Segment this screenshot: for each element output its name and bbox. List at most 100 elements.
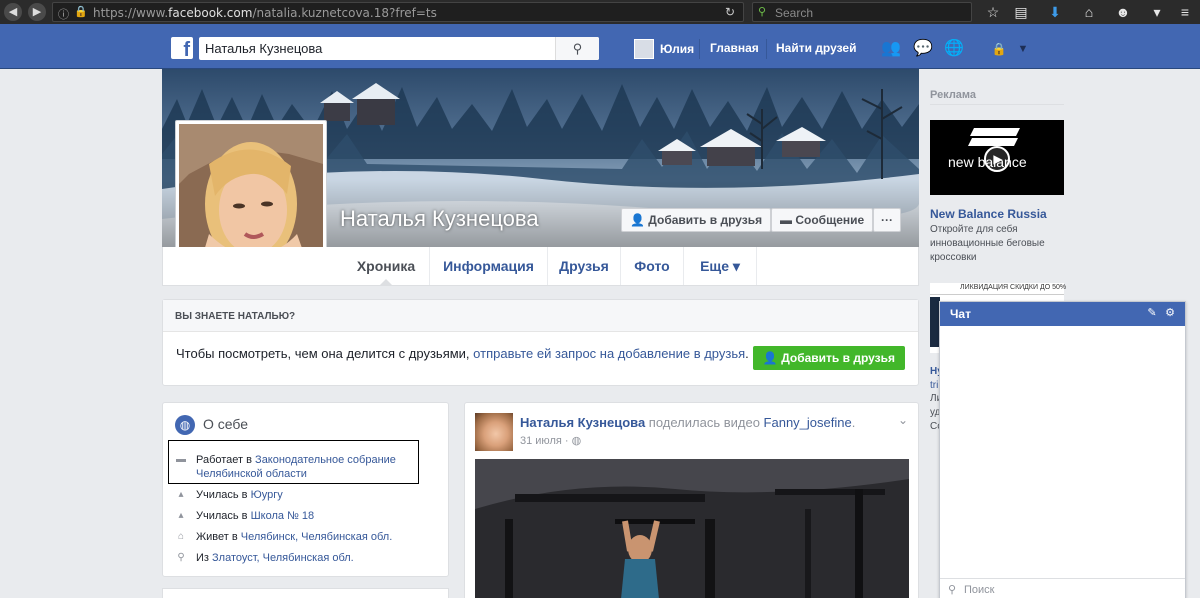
search-engine-icon: ⚲	[758, 6, 767, 18]
ad-title-link[interactable]: New Balance Russia	[930, 207, 1047, 221]
ad2-banner: ЛИКВИДАЦИЯ СКИДКИ ДО 50%	[930, 283, 1067, 295]
pocket-icon[interactable]: ▾	[1148, 3, 1166, 21]
emoji-icon[interactable]: ☻	[1114, 3, 1132, 21]
video-frame-gym	[475, 459, 909, 598]
post-date-link[interactable]: 31 июля	[520, 435, 562, 447]
new-message-icon[interactable]: ✎	[1145, 306, 1159, 320]
message-button[interactable]: ▬ Сообщение	[771, 208, 874, 232]
post-options-chevron-icon[interactable]: ⌄	[898, 413, 908, 427]
add-friend-green-button[interactable]: 👤 Добавить в друзья	[752, 346, 905, 370]
header-divider	[699, 39, 700, 59]
play-icon[interactable]: ▶	[984, 146, 1010, 172]
facebook-logo-icon[interactable]: f	[171, 37, 193, 59]
about-prefix: Живет в	[196, 531, 241, 543]
browser-search-bar[interactable]: ⚲ Search	[752, 2, 972, 22]
add-friend-button[interactable]: 👤 Добавить в друзья	[621, 208, 772, 232]
post-meta: 31 июля · ◍	[520, 434, 581, 447]
notifications-icon[interactable]: 🌐	[943, 39, 965, 59]
chat-search[interactable]: ⚲ Поиск	[940, 578, 1185, 598]
more-options-button[interactable]: ···	[873, 208, 901, 232]
current-city-link[interactable]: Челябинск, Челябинская обл.	[241, 531, 392, 543]
url-bar[interactable]: ⓘ 🔒 https://www.facebook.com/natalia.kuz…	[52, 2, 744, 22]
chat-header[interactable]: Чат ✎ ⚙	[940, 302, 1185, 326]
fb-search[interactable]: ⚲	[199, 37, 599, 60]
ad2-banner-text: ЛИКВИДАЦИЯ СКИДКИ ДО 50%	[960, 284, 1067, 291]
know-her-heading: ВЫ ЗНАЕТЕ НАТАЛЬЮ?	[175, 311, 296, 322]
chat-search-placeholder: Поиск	[964, 584, 995, 596]
ads-divider	[930, 104, 1064, 105]
about-prefix: Училась в	[196, 489, 251, 501]
post-author-link[interactable]: Наталья Кузнецова	[520, 415, 645, 430]
reading-list-icon[interactable]: ▤	[1012, 3, 1030, 21]
about-prefix: Училась в	[196, 510, 251, 522]
tab-friends[interactable]: Друзья	[548, 247, 621, 285]
post-period: .	[851, 415, 856, 430]
send-request-link[interactable]: отправьте ей запрос на добавление в друз…	[473, 346, 745, 361]
back-icon[interactable]: ◀	[4, 3, 22, 21]
privacy-shortcuts-icon[interactable]: 🔒	[988, 39, 1010, 59]
tab-more[interactable]: Еще ▾	[684, 247, 757, 285]
search-button[interactable]: ⚲	[555, 37, 599, 60]
message-label: Сообщение	[795, 213, 865, 227]
about-row-university: ▴ Училась в Юургу	[175, 488, 445, 502]
ad-description: Откройте для себя инновационные беговые …	[930, 224, 1045, 263]
about-row-lives: ⌂ Живет в Челябинск, Челябинская обл.	[175, 530, 445, 544]
graduation-cap-icon: ▴	[178, 489, 184, 500]
home-link[interactable]: Главная	[710, 41, 759, 55]
more-options-label: ···	[881, 213, 893, 227]
tab-photos[interactable]: Фото	[621, 247, 684, 285]
info-icon[interactable]: ⓘ	[58, 6, 69, 22]
tab-label: Фото	[634, 258, 670, 274]
hometown-link[interactable]: Златоуст, Челябинская обл.	[212, 552, 354, 564]
browser-toolbar: ◀ ▶ ⓘ 🔒 https://www.facebook.com/natalia…	[0, 0, 1200, 24]
tab-about[interactable]: Информация	[430, 247, 548, 285]
tab-label: Еще ▾	[700, 258, 740, 274]
post-author-avatar[interactable]	[475, 413, 513, 451]
reload-icon[interactable]: ↻	[725, 5, 735, 19]
know-her-text-before: Чтобы посмотреть, чем она делится с друз…	[176, 346, 474, 361]
chat-sidebar: Чат ✎ ⚙ ⚲ Поиск	[939, 301, 1186, 598]
menu-icon[interactable]: ≡	[1176, 3, 1194, 21]
highlight-box	[168, 440, 419, 484]
url-text: https://www.facebook.com/natalia.kuznetc…	[93, 6, 437, 20]
search-input[interactable]	[205, 40, 555, 57]
messages-icon[interactable]: 💬	[912, 39, 934, 59]
post-video[interactable]	[475, 459, 909, 598]
search-icon: ⚲	[948, 584, 957, 596]
post-target-link[interactable]: Fanny_josefine	[764, 415, 852, 430]
tab-timeline[interactable]: Хроника	[343, 247, 430, 286]
post-action: поделилась видео	[645, 415, 764, 430]
next-card-edge	[162, 588, 449, 598]
tab-label: Друзья	[559, 258, 609, 274]
know-her-text-after: .	[745, 346, 749, 361]
find-friends-link[interactable]: Найти друзей	[776, 41, 856, 55]
search-icon: ⚲	[572, 41, 583, 56]
forward-icon[interactable]: ▶	[28, 3, 46, 21]
gear-icon[interactable]: ⚙	[1163, 306, 1177, 320]
account-menu-icon[interactable]: ▼	[1012, 39, 1034, 59]
ad2-link-fragment[interactable]: tri	[930, 380, 938, 391]
timeline-post: Наталья Кузнецова поделилась видео Fanny…	[464, 402, 919, 598]
ad-image[interactable]: new balance ▶	[930, 120, 1064, 195]
avatar	[634, 39, 654, 59]
download-icon[interactable]: ⬇	[1046, 3, 1064, 21]
know-her-header: ВЫ ЗНАЕТЕ НАТАЛЬЮ?	[163, 300, 918, 332]
add-friend-icon: 👤	[762, 351, 778, 365]
profile-name-heading[interactable]: Наталья Кузнецова	[340, 206, 539, 232]
tab-label: Информация	[443, 258, 534, 274]
bookmark-star-icon[interactable]: ☆	[984, 3, 1002, 21]
post-meta-separator: ·	[561, 435, 572, 447]
header-divider	[766, 39, 767, 59]
post-header: Наталья Кузнецова поделилась видео Fanny…	[520, 415, 855, 430]
chat-title: Чат	[950, 307, 971, 321]
university-link[interactable]: Юургу	[251, 489, 283, 501]
school-link[interactable]: Школа № 18	[251, 510, 315, 522]
public-globe-icon: ◍	[571, 435, 582, 447]
home-icon[interactable]: ⌂	[1080, 3, 1098, 21]
add-friend-green-label: Добавить в друзья	[781, 351, 895, 365]
about-prefix: Из	[196, 552, 213, 564]
friend-requests-icon[interactable]: 👥	[880, 39, 902, 59]
know-her-text: Чтобы посмотреть, чем она делится с друз…	[176, 346, 749, 361]
ads-label: Реклама	[930, 89, 977, 101]
about-title: О себе	[203, 416, 249, 432]
